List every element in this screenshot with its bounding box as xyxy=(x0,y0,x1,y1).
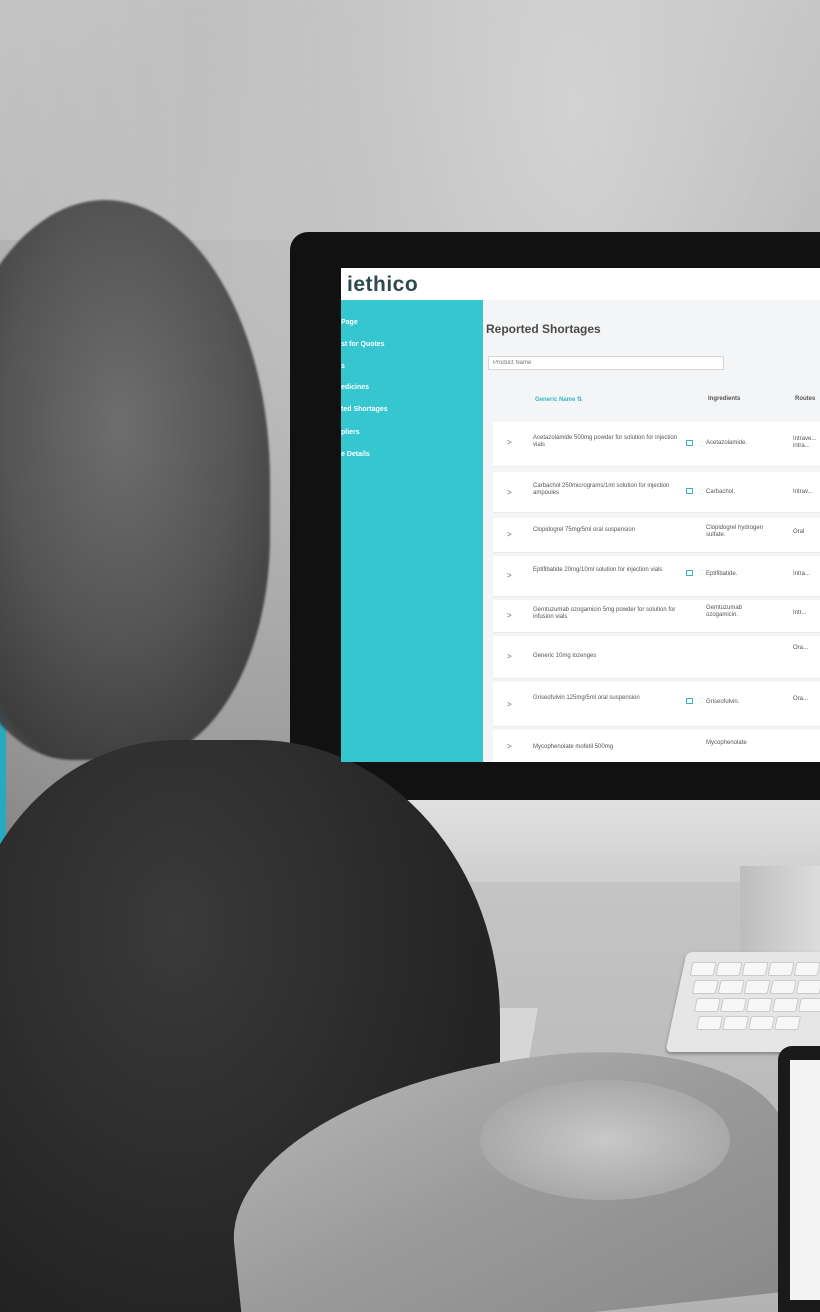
sidebar-item-s[interactable]: s xyxy=(341,363,345,377)
keyboard-key xyxy=(741,962,769,976)
column-header-ingredients: Ingredients xyxy=(708,396,741,402)
page-title: Reported Shortages xyxy=(486,322,601,336)
table-row[interactable]: > Griseofulvin 125mg/5ml oral suspension… xyxy=(493,682,820,727)
route-cell: Intr... xyxy=(793,610,807,616)
table-row[interactable]: > Mycophenolate mofetil 500mg Mycophenol… xyxy=(493,730,820,762)
keyboard xyxy=(665,952,820,1052)
sidebar-item-details[interactable]: e Details xyxy=(341,451,370,465)
generic-name-cell: Griseofulvin 125mg/5ml oral suspension xyxy=(533,695,640,701)
document-icon[interactable] xyxy=(686,440,693,446)
keyboard-key xyxy=(691,980,719,994)
expand-chevron-icon[interactable]: > xyxy=(507,530,512,539)
generic-name-cell: Eptifibatide 20mg/10ml solution for inje… xyxy=(533,567,663,573)
sidebar-item-suppliers[interactable]: pliers xyxy=(341,429,360,443)
generic-name-cell: Carbachol 250micrograms/1ml solution for… xyxy=(533,483,670,496)
keyboard-key xyxy=(771,998,799,1012)
table-row[interactable]: > Carbachol 250micrograms/1ml solution f… xyxy=(493,472,820,513)
keyboard-key xyxy=(693,998,721,1012)
table-row[interactable]: > Clopidogrel 75mg/5ml oral suspension C… xyxy=(493,518,820,553)
expand-chevron-icon[interactable]: > xyxy=(507,742,512,751)
route-cell: Intra... xyxy=(793,571,811,577)
person-hair xyxy=(0,200,270,760)
person-hand xyxy=(480,1080,730,1200)
product-name-search-input[interactable] xyxy=(488,356,724,370)
sidebar-item-medicines[interactable]: edicines xyxy=(341,384,369,398)
ingredients-cell: Gemtuzumab ozogamicin. xyxy=(706,605,743,618)
keyboard-key xyxy=(793,962,820,976)
ingredients-cell: Carbachol. xyxy=(706,489,736,495)
table-row[interactable]: > Generic 10mg lozenges Ora... xyxy=(493,636,820,679)
keyboard-key xyxy=(795,980,820,994)
column-header-routes: Routes xyxy=(795,396,816,402)
generic-name-cell: Gemtuzumab ozogamicin 5mg powder for sol… xyxy=(533,607,676,620)
keyboard-key xyxy=(748,1016,776,1030)
document-icon[interactable] xyxy=(686,698,693,704)
ingredients-cell: Mycophenolate xyxy=(706,740,747,746)
document-icon[interactable] xyxy=(686,488,693,494)
tablet-screen xyxy=(790,1060,820,1300)
monitor-stand xyxy=(740,866,820,956)
expand-chevron-icon[interactable]: > xyxy=(507,571,512,580)
sidebar-item-home[interactable]: Page xyxy=(341,319,358,333)
route-cell: Oral xyxy=(793,529,805,535)
expand-chevron-icon[interactable]: > xyxy=(507,488,512,497)
app-logo[interactable]: iethico xyxy=(347,273,418,297)
ingredients-cell: Clopidogrel hydrogen sulfate. xyxy=(706,525,764,538)
keyboard-key xyxy=(769,980,797,994)
main-content: Reported Shortages Generic Name ⇅ Ingred… xyxy=(483,300,820,762)
column-header-generic-name[interactable]: Generic Name ⇅ xyxy=(535,396,582,403)
keyboard-key xyxy=(722,1016,750,1030)
keyboard-key xyxy=(717,980,745,994)
keyboard-key xyxy=(797,998,820,1012)
keyboard-key xyxy=(745,998,773,1012)
app-header: iethico xyxy=(341,268,820,301)
document-icon[interactable] xyxy=(686,570,693,576)
keyboard-key xyxy=(689,962,717,976)
sidebar-item-quotes[interactable]: st for Quotes xyxy=(341,341,385,355)
app-screen: iethico Page st for Quotes s edicines te… xyxy=(341,268,820,762)
expand-chevron-icon[interactable]: > xyxy=(507,438,512,447)
keyboard-key xyxy=(719,998,747,1012)
logo-text: iethico xyxy=(347,273,419,296)
generic-name-cell: Acetazolamide 500mg powder for solution … xyxy=(533,435,678,448)
generic-name-cell: Clopidogrel 75mg/5ml oral suspension xyxy=(533,527,636,533)
expand-chevron-icon[interactable]: > xyxy=(507,700,512,709)
expand-chevron-icon[interactable]: > xyxy=(507,652,512,661)
generic-name-cell: Generic 10mg lozenges xyxy=(533,653,597,659)
keyboard-key xyxy=(696,1016,724,1030)
sidebar: Page st for Quotes s edicines ted Shorta… xyxy=(341,300,483,762)
ingredients-cell: Eptifibatide. xyxy=(706,571,738,577)
expand-chevron-icon[interactable]: > xyxy=(507,611,512,620)
keyboard-key xyxy=(715,962,743,976)
ingredients-cell: Acetazolamide. xyxy=(706,440,748,446)
keyboard-key xyxy=(767,962,795,976)
route-cell: Ora... xyxy=(793,645,809,651)
ingredients-cell: Griseofulvin. xyxy=(706,699,740,705)
table-row[interactable]: > Acetazolamide 500mg powder for solutio… xyxy=(493,422,820,467)
keyboard-key xyxy=(743,980,771,994)
sidebar-item-reported-shortages[interactable]: ted Shortages xyxy=(341,406,388,420)
route-cell: Intrave... intra... xyxy=(793,436,817,449)
route-cell: Intrav... xyxy=(793,489,813,495)
generic-name-cell: Mycophenolate mofetil 500mg xyxy=(533,744,614,750)
table-row[interactable]: > Gemtuzumab ozogamicin 5mg powder for s… xyxy=(493,600,820,633)
table-row[interactable]: > Eptifibatide 20mg/10ml solution for in… xyxy=(493,556,820,597)
route-cell: Ora... xyxy=(793,696,809,702)
keyboard-key xyxy=(774,1016,802,1030)
